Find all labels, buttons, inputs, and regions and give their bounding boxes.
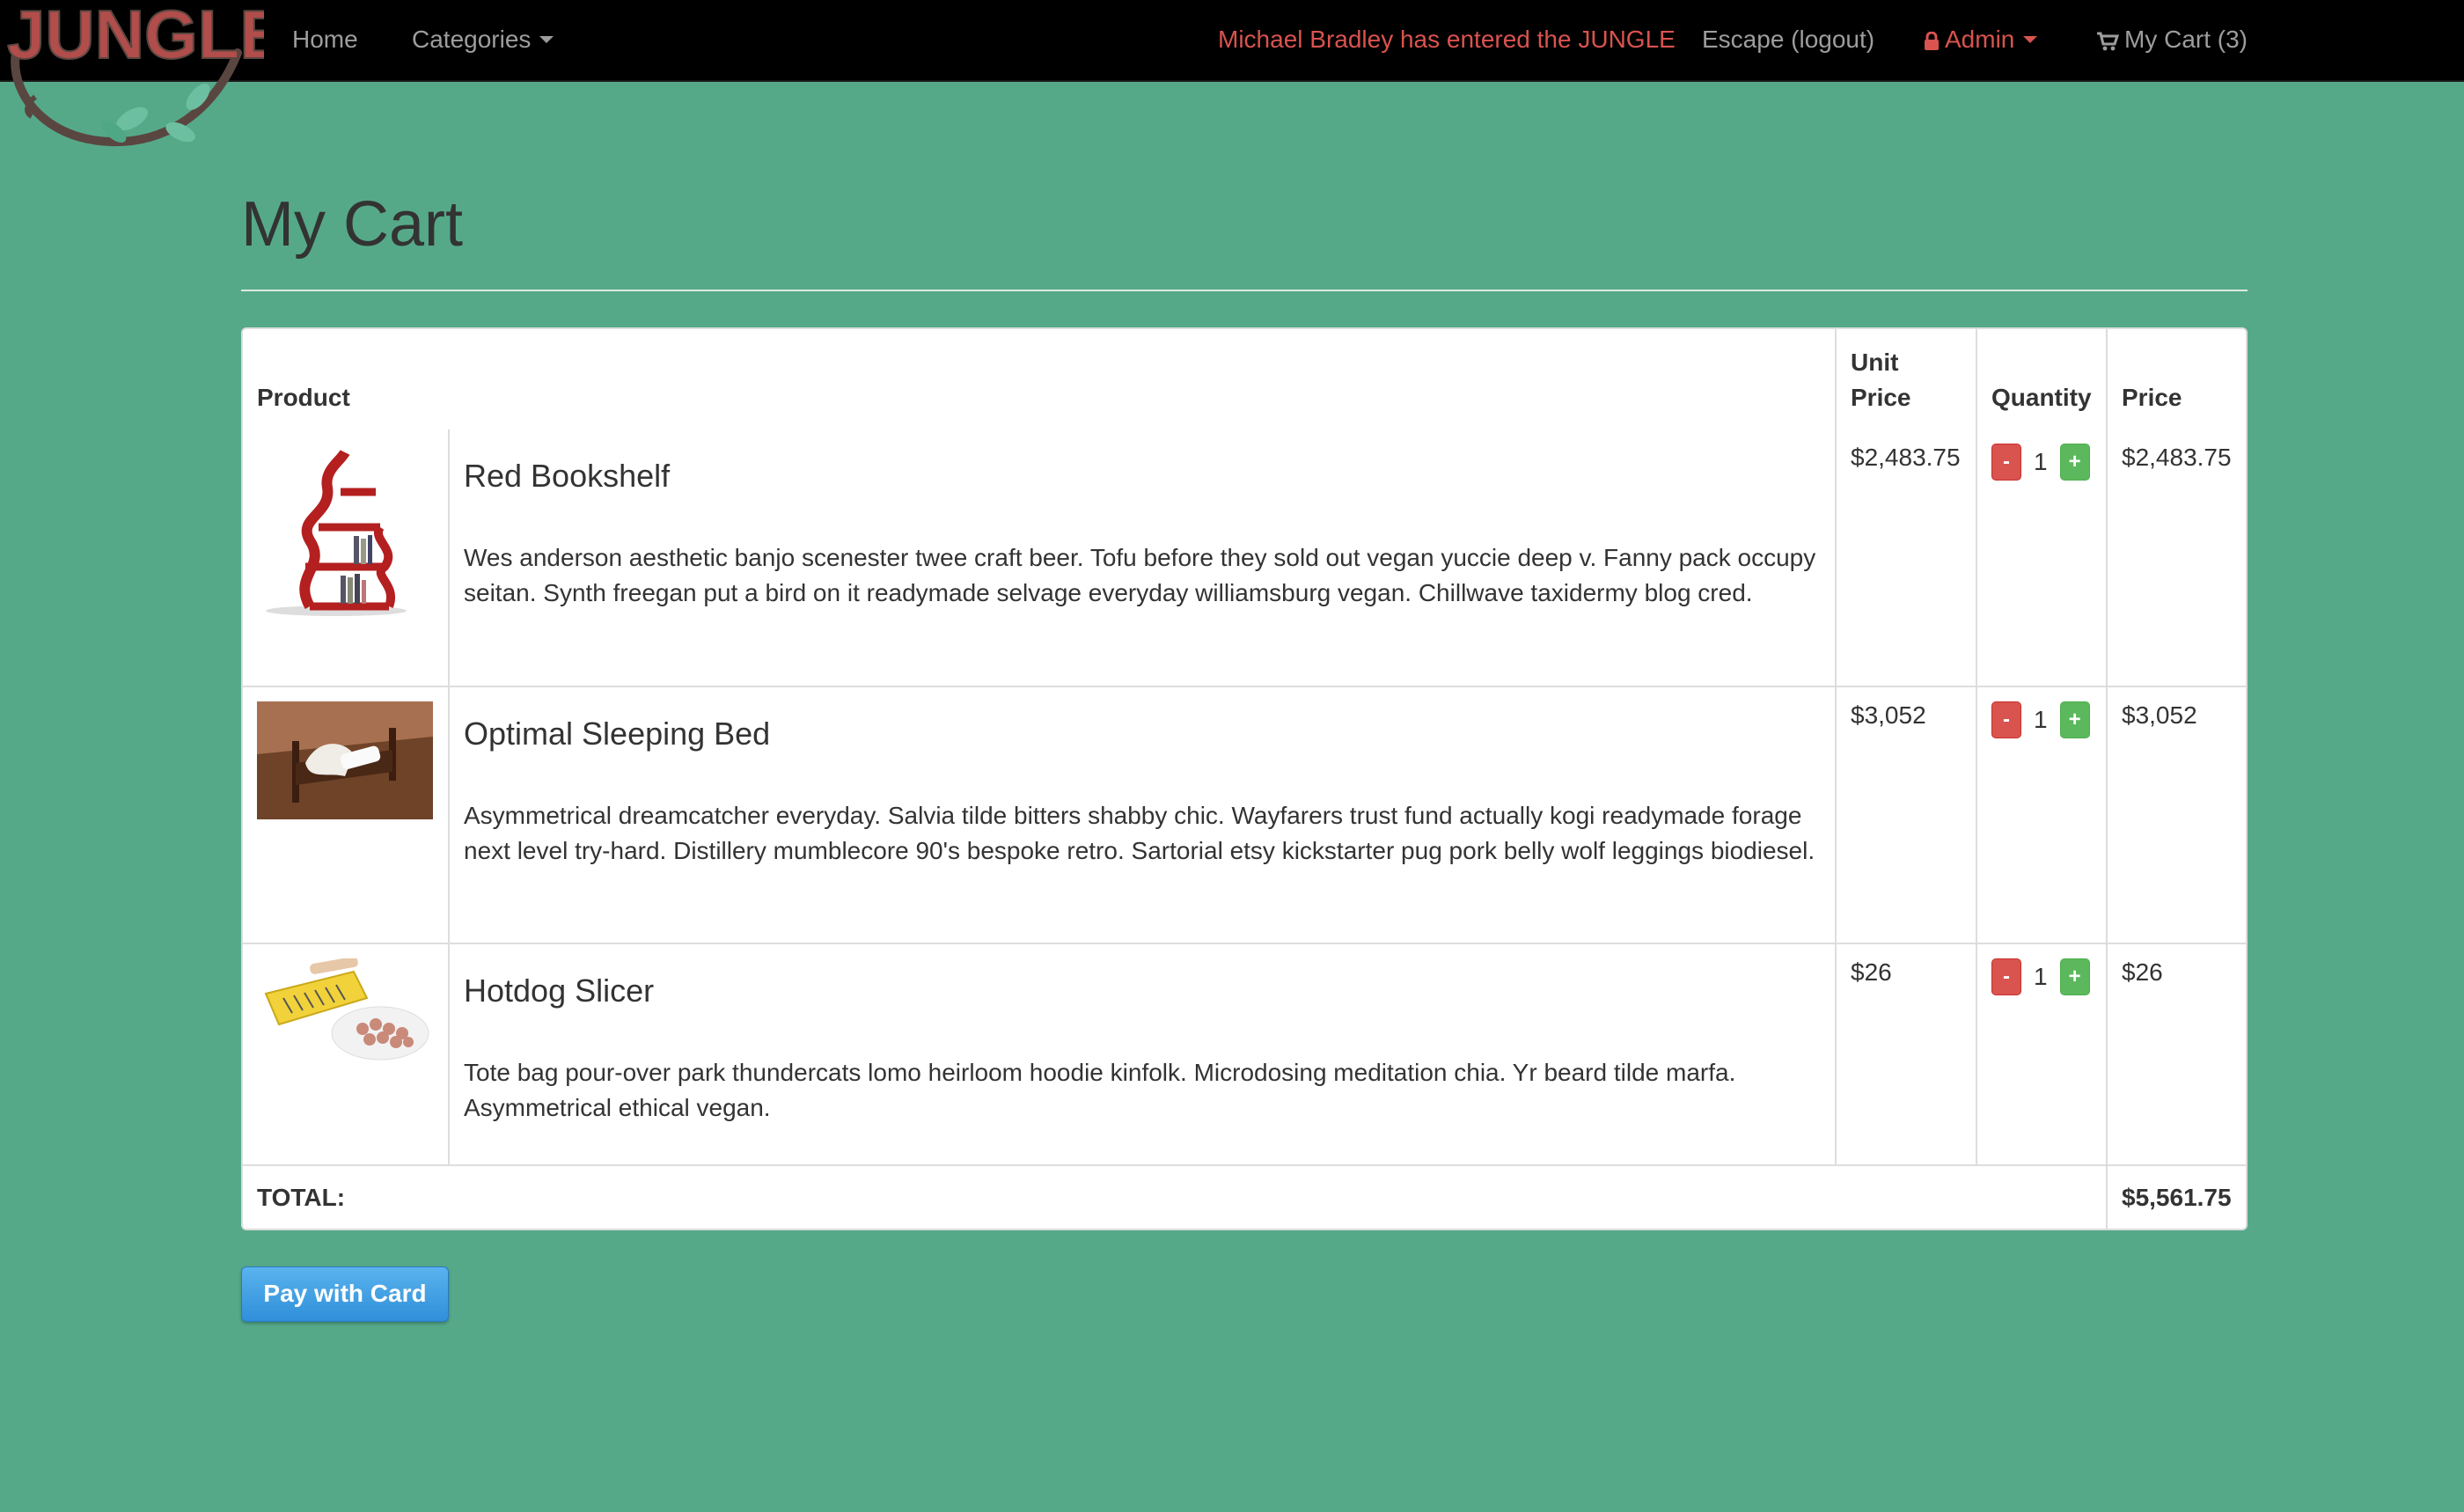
unit-price-cell: $26 (1836, 943, 1977, 1165)
quantity-cell: - 1 + (1976, 429, 2108, 686)
jungle-logo-graphic: JUNGLE (6, 0, 286, 147)
quantity-value: 1 (2034, 963, 2048, 990)
total-value: $5,561.75 (2122, 1184, 2232, 1211)
decrease-quantity-button[interactable]: - (1991, 958, 2021, 995)
nav-categories-dropdown[interactable]: Categories (412, 0, 554, 82)
product-image-cell (243, 686, 450, 943)
admin-dropdown[interactable]: Admin (1924, 0, 2038, 82)
product-description: Tote bag pour-over park thundercats lomo… (464, 1059, 1736, 1121)
price-cell: $2,483.75 (2122, 444, 2232, 471)
increase-quantity-button[interactable]: + (2059, 958, 2090, 995)
product-name[interactable]: Optimal Sleeping Bed (464, 716, 1821, 752)
price-cell: $3,052 (2122, 701, 2197, 729)
price-header: Price (2122, 384, 2182, 411)
lock-icon (1925, 31, 1939, 50)
product-description: Wes anderson aesthetic banjo scenester t… (464, 544, 1816, 606)
cart-table: Product Unit Price Quantity Price Red Bo… (243, 329, 2246, 1229)
product-details-cell: Red Bookshelf Wes anderson aesthetic ban… (449, 429, 1837, 686)
increase-quantity-button[interactable]: + (2059, 444, 2090, 481)
jungle-logo[interactable]: JUNGLE (0, 0, 286, 150)
sleeping-bed-image[interactable] (257, 701, 433, 819)
increase-quantity-button[interactable]: + (2059, 701, 2090, 738)
product-image-cell (243, 429, 450, 686)
pay-with-card-button[interactable]: Pay with Card (241, 1266, 449, 1322)
chevron-down-icon (2023, 35, 2038, 43)
price-cell: $26 (2122, 958, 2163, 986)
unit-price-cell: $3,052 (1836, 686, 1977, 943)
top-navbar: Home Categories Michael Bradley has ente… (0, 0, 2464, 82)
quantity-stepper: - 1 + (1991, 701, 2092, 738)
product-description: Asymmetrical dreamcatcher everyday. Salv… (464, 802, 1815, 864)
nav-categories-label: Categories (412, 26, 532, 53)
product-name[interactable]: Red Bookshelf (464, 458, 1821, 495)
quantity-value: 1 (2034, 706, 2048, 733)
unit-price-header: Unit Price (1836, 329, 1977, 429)
table-row: Hotdog Slicer Tote bag pour-over park th… (243, 943, 2246, 1165)
product-name[interactable]: Hotdog Slicer (464, 973, 1821, 1009)
welcome-message: Michael Bradley has entered the JUNGLE (1218, 26, 1676, 53)
quantity-stepper: - 1 + (1991, 958, 2092, 995)
quantity-value: 1 (2034, 448, 2048, 475)
total-row: TOTAL: $5,561.75 (243, 1165, 2246, 1229)
red-bookshelf-image[interactable] (257, 444, 433, 620)
page-title: My Cart (241, 189, 463, 260)
quantity-header: Quantity (1976, 329, 2108, 429)
product-header: Product (243, 329, 1837, 429)
table-header-row: Product Unit Price Quantity Price (243, 329, 2246, 429)
quantity-cell: - 1 + (1976, 943, 2108, 1165)
unit-price-cell: $2,483.75 (1836, 429, 1977, 686)
product-details-cell: Hotdog Slicer Tote bag pour-over park th… (449, 943, 1837, 1165)
product-image-cell (243, 943, 450, 1165)
quantity-cell: - 1 + (1976, 686, 2108, 943)
admin-label: Admin (1945, 26, 2015, 53)
my-cart-label: My Cart (3) (2124, 26, 2248, 53)
hotdog-slicer-image[interactable] (257, 958, 433, 1064)
chevron-down-icon (539, 35, 554, 43)
shopping-cart-icon (2097, 32, 2119, 51)
title-divider (241, 290, 2248, 291)
decrease-quantity-button[interactable]: - (1991, 701, 2021, 738)
table-row: Red Bookshelf Wes anderson aesthetic ban… (243, 429, 2246, 686)
product-details-cell: Optimal Sleeping Bed Asymmetrical dreamc… (449, 686, 1837, 943)
my-cart-link[interactable]: My Cart (3) (2096, 0, 2248, 82)
cart-table-panel: Product Unit Price Quantity Price Red Bo… (241, 327, 2248, 1230)
nav-home-link[interactable]: Home (292, 0, 358, 82)
table-row: Optimal Sleeping Bed Asymmetrical dreamc… (243, 686, 2246, 943)
total-label: TOTAL: (243, 1165, 2108, 1229)
logout-link[interactable]: Escape (logout) (1702, 0, 1874, 82)
decrease-quantity-button[interactable]: - (1991, 444, 2021, 481)
logo-wordmark: JUNGLE (7, 0, 264, 73)
quantity-stepper: - 1 + (1991, 444, 2092, 481)
